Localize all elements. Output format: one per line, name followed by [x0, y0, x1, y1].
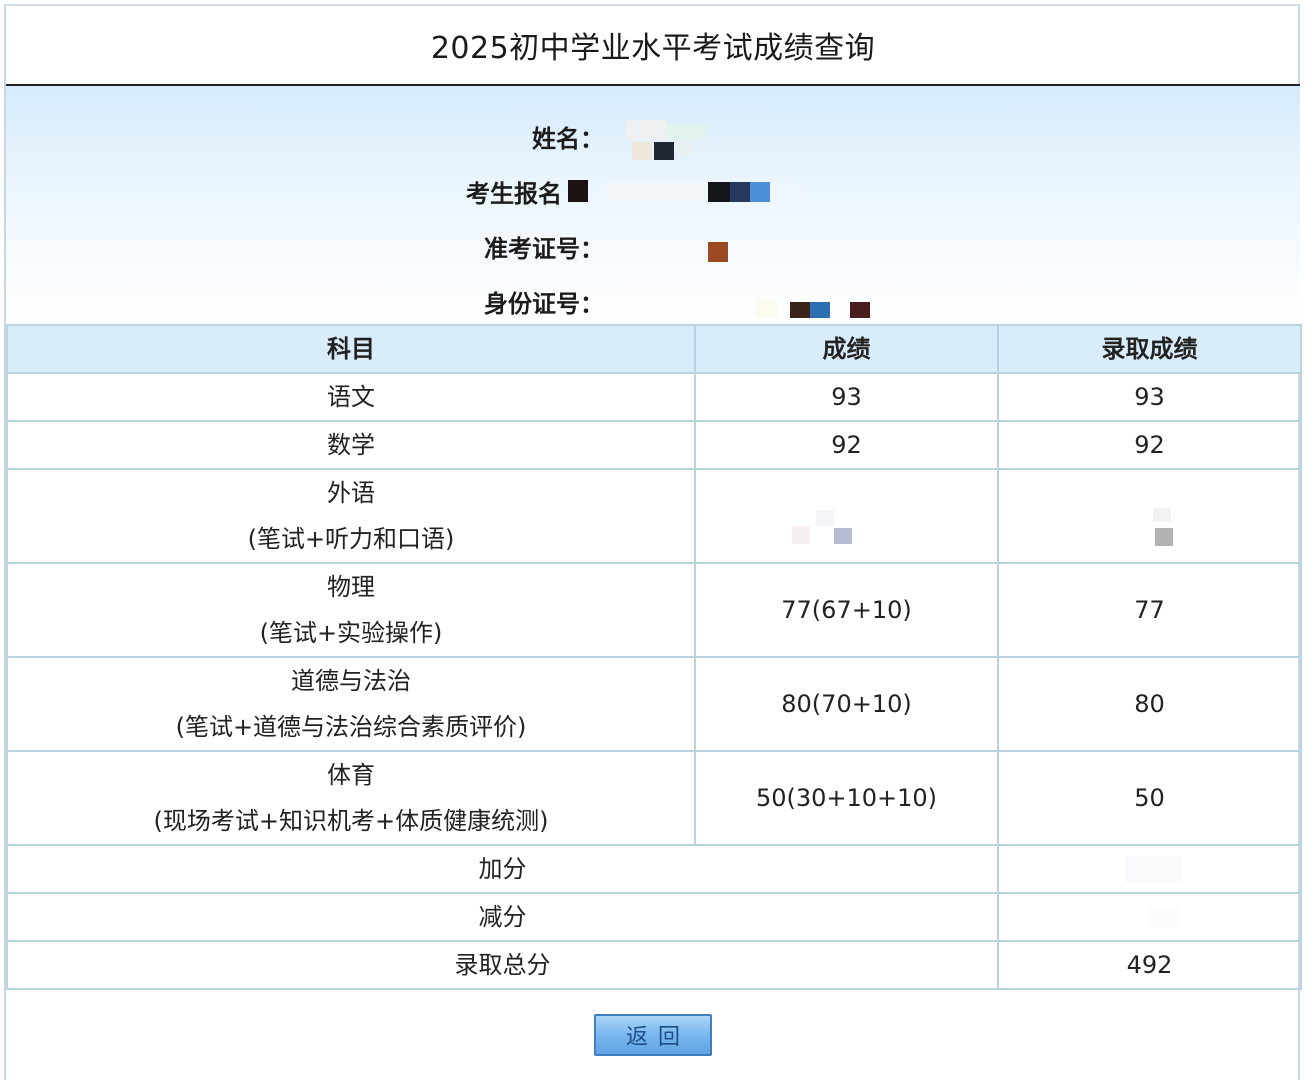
score-chinese: 93 [694, 372, 999, 422]
score-table: 科目 成绩 录取成绩 语文 93 93 数学 92 92 外语 (笔试+听力和口… [6, 324, 1302, 990]
score-table-header: 科目 成绩 录取成绩 [6, 324, 1302, 374]
name-label: 姓名： [532, 125, 604, 153]
admit-foreign-language-redacted [997, 468, 1302, 564]
subject-note: (笔试+实验操作) [259, 619, 443, 647]
table-row: 加分 [6, 844, 1302, 894]
score-physics: 77(67+10) [694, 562, 999, 658]
subject-foreign-language: 外语 (笔试+听力和口语) [6, 468, 696, 564]
admit-chinese: 93 [997, 372, 1302, 422]
table-row: 外语 (笔试+听力和口语) [6, 468, 1302, 564]
bonus-value-redacted [997, 844, 1302, 894]
candidate-info-panel: 姓名： 考生报名 准考证号： 身份证号： [6, 86, 1300, 324]
score-pe: 50(30+10+10) [694, 750, 999, 846]
score-foreign-language-redacted [694, 468, 999, 564]
subject-chinese: 语文 [6, 372, 696, 422]
admit-physics: 77 [997, 562, 1302, 658]
subject-pe: 体育 (现场考试+知识机考+体质健康统测) [6, 750, 696, 846]
total-value: 492 [997, 940, 1302, 990]
subject-name: 道德与法治 [291, 667, 411, 695]
subject-name: 物理 [327, 573, 375, 601]
total-label: 录取总分 [6, 940, 999, 990]
table-row: 物理 (笔试+实验操作) 77(67+10) 77 [6, 562, 1302, 658]
header-score: 成绩 [694, 324, 999, 374]
page-title: 2025初中学业水平考试成绩查询 [6, 6, 1300, 86]
table-row: 体育 (现场考试+知识机考+体质健康统测) 50(30+10+10) 50 [6, 750, 1302, 846]
subject-note: (笔试+道德与法治综合素质评价) [175, 713, 527, 741]
deduct-value-redacted [997, 892, 1302, 942]
id-number-label: 身份证号： [484, 290, 604, 318]
back-button-wrap: 返回 [594, 1014, 712, 1056]
subject-name: 体育 [327, 761, 375, 789]
table-row: 语文 93 93 [6, 372, 1302, 422]
back-button[interactable]: 返回 [594, 1014, 712, 1056]
table-row: 数学 92 92 [6, 420, 1302, 470]
subject-name: 外语 [327, 479, 375, 507]
subject-note: (笔试+听力和口语) [247, 525, 455, 553]
score-math: 92 [694, 420, 999, 470]
header-admission-score: 录取成绩 [997, 324, 1302, 374]
admit-morality-law: 80 [997, 656, 1302, 752]
subject-note: (现场考试+知识机考+体质健康统测) [153, 807, 549, 835]
table-row: 减分 [6, 892, 1302, 942]
score-morality-law: 80(70+10) [694, 656, 999, 752]
registration-label: 考生报名 [466, 180, 562, 208]
table-row: 道德与法治 (笔试+道德与法治综合素质评价) 80(70+10) 80 [6, 656, 1302, 752]
subject-physics: 物理 (笔试+实验操作) [6, 562, 696, 658]
subject-math: 数学 [6, 420, 696, 470]
table-row: 录取总分 492 [6, 940, 1302, 990]
deduct-label: 减分 [6, 892, 999, 942]
admit-math: 92 [997, 420, 1302, 470]
header-subject: 科目 [6, 324, 696, 374]
admit-pe: 50 [997, 750, 1302, 846]
ticket-number-label: 准考证号： [484, 235, 604, 263]
bonus-label: 加分 [6, 844, 999, 894]
subject-morality-law: 道德与法治 (笔试+道德与法治综合素质评价) [6, 656, 696, 752]
